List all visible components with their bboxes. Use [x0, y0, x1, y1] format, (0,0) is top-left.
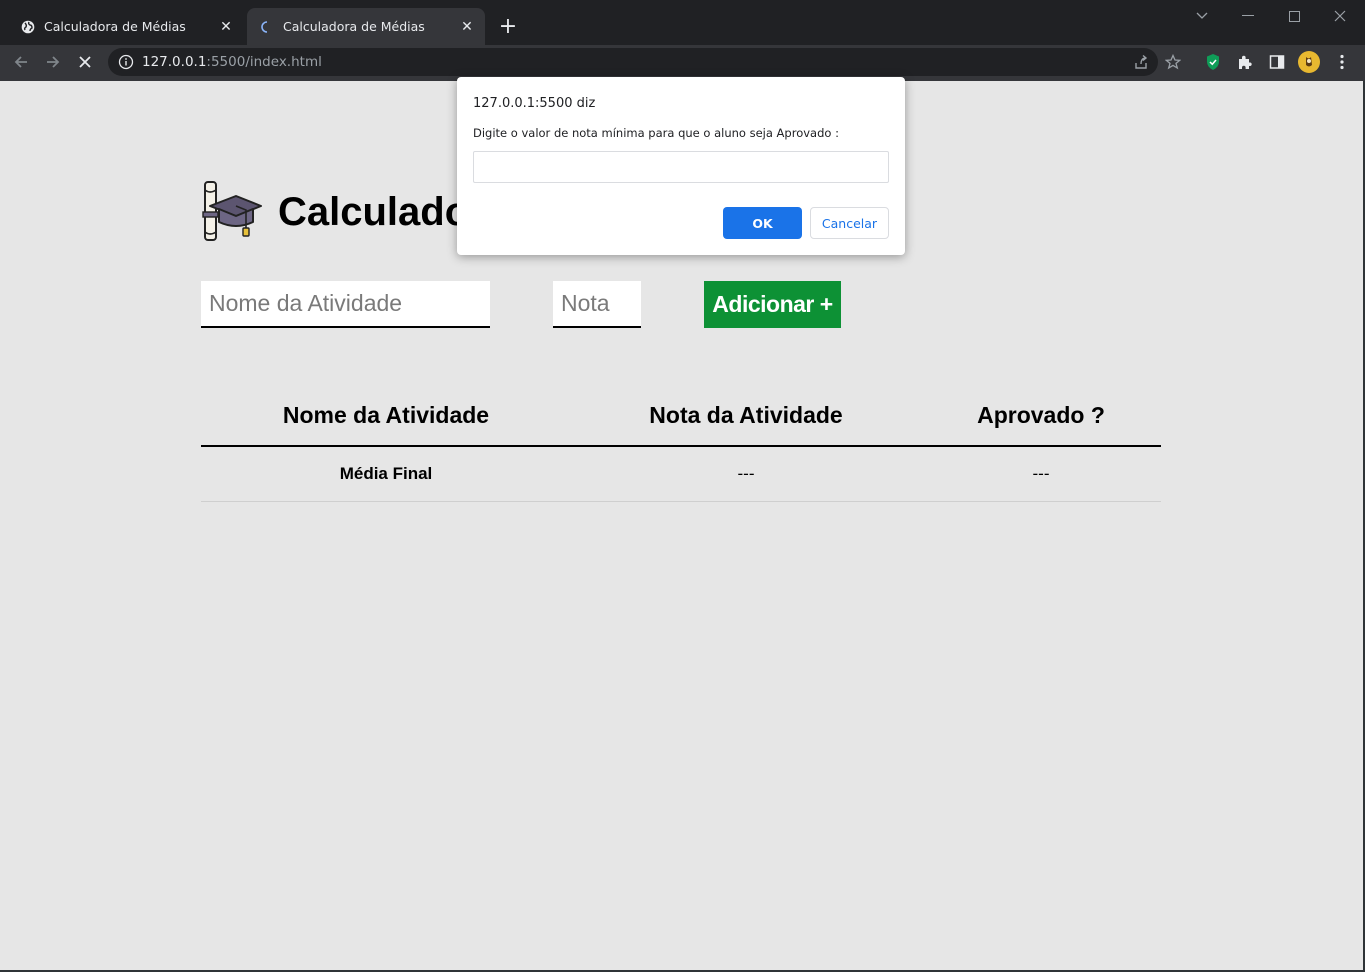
browser-menu-icon[interactable]	[1332, 52, 1352, 72]
add-activity-button[interactable]: Adicionar +	[704, 281, 841, 328]
loading-spinner-icon	[259, 19, 275, 35]
table-header-row: Nome da Atividade Nota da Atividade Apro…	[201, 386, 1161, 447]
bookmark-star-icon[interactable]	[1163, 52, 1183, 72]
minimize-icon[interactable]	[1228, 4, 1268, 28]
forward-icon[interactable]	[41, 50, 65, 74]
column-header-activity: Nome da Atividade	[201, 386, 571, 447]
maximize-icon[interactable]	[1274, 4, 1314, 28]
final-average-value: ---	[571, 446, 921, 502]
browser-tab-strip: Calculadora de Médias ✕ Calculadora de M…	[0, 0, 1365, 45]
dialog-message: Digite o valor de nota mínima para que o…	[473, 126, 839, 140]
final-average-label: Média Final	[201, 446, 571, 502]
tab-title: Calculadora de Médias	[44, 19, 186, 34]
final-result-value: ---	[921, 446, 1161, 502]
url-text: 127.0.0.1:5500/index.html	[142, 54, 322, 70]
tab-close-icon[interactable]: ✕	[457, 17, 477, 37]
new-tab-button[interactable]: +	[496, 14, 520, 39]
column-header-approved: Aprovado ?	[921, 386, 1161, 447]
graduation-cap-icon	[202, 181, 262, 241]
activities-table: Nome da Atividade Nota da Atividade Apro…	[201, 386, 1161, 502]
dialog-origin: 127.0.0.1:5500 diz	[473, 96, 596, 111]
share-icon[interactable]	[1131, 52, 1151, 72]
dialog-prompt-input[interactable]	[473, 151, 889, 183]
stop-loading-icon[interactable]	[73, 50, 97, 74]
site-info-icon[interactable]	[118, 54, 134, 70]
back-icon[interactable]	[9, 50, 33, 74]
dialog-ok-button[interactable]: OK	[723, 207, 802, 239]
address-bar[interactable]: 127.0.0.1:5500/index.html	[108, 48, 1158, 76]
final-average-row: Média Final --- ---	[201, 446, 1161, 502]
activity-name-input[interactable]	[201, 281, 490, 328]
browser-tab-active[interactable]: Calculadora de Médias ✕	[247, 8, 485, 45]
browser-tab[interactable]: Calculadora de Médias ✕	[8, 8, 244, 45]
url-host: 127.0.0.1	[142, 54, 207, 70]
prompt-dialog: 127.0.0.1:5500 diz Digite o valor de not…	[457, 77, 905, 255]
shield-extension-icon[interactable]	[1203, 52, 1223, 72]
tab-close-icon[interactable]: ✕	[216, 17, 236, 37]
url-path: :5500/index.html	[206, 54, 322, 70]
profile-avatar[interactable]	[1298, 51, 1320, 73]
grade-input[interactable]	[553, 281, 641, 328]
tab-search-icon[interactable]	[1182, 4, 1222, 28]
extensions-puzzle-icon[interactable]	[1235, 52, 1255, 72]
side-panel-icon[interactable]	[1267, 52, 1287, 72]
dialog-cancel-button[interactable]: Cancelar	[810, 207, 889, 239]
tab-title: Calculadora de Médias	[283, 19, 425, 34]
close-window-icon[interactable]	[1320, 4, 1360, 28]
column-header-grade: Nota da Atividade	[571, 386, 921, 447]
globe-icon	[20, 19, 36, 35]
